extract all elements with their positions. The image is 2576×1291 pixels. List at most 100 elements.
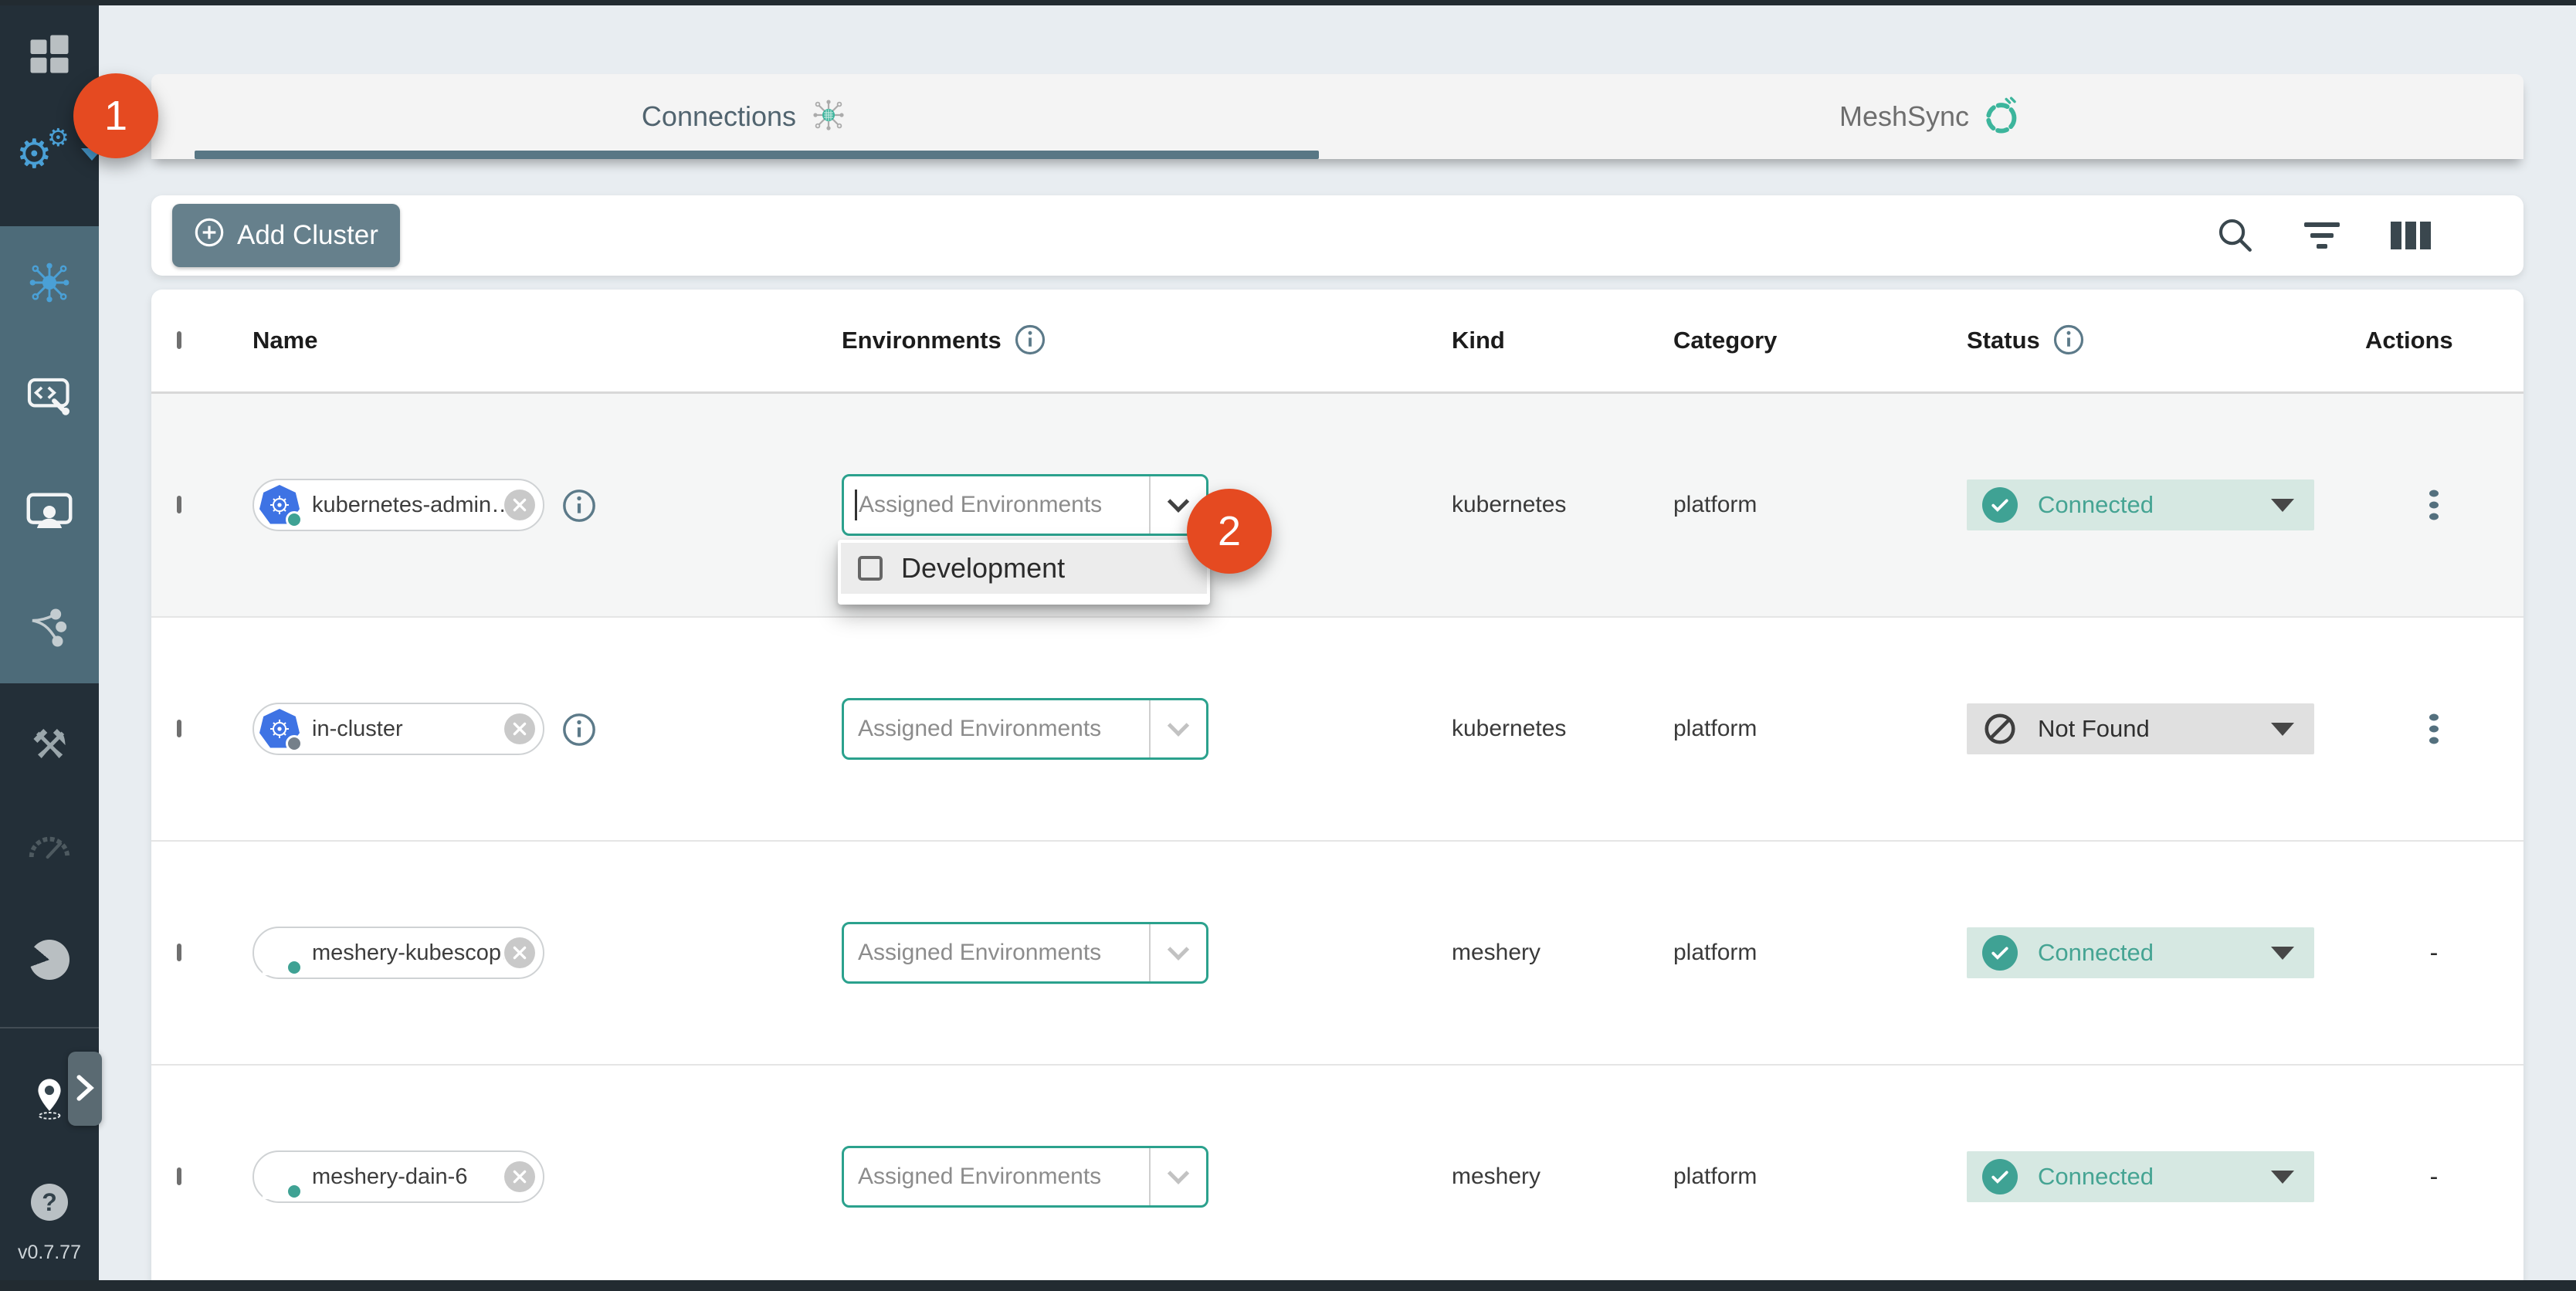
remove-connection-icon[interactable]: [504, 713, 535, 744]
connected-check-icon: [1982, 935, 2018, 971]
connections-table: Name Environments Kind Category Status A…: [151, 290, 2523, 1289]
status-dropdown[interactable]: Connected: [1967, 479, 2314, 530]
category-value: platform: [1673, 1164, 1757, 1190]
chevron-down-icon: [1168, 1163, 1189, 1184]
tab-meshsync-label: MeshSync: [1839, 100, 1969, 133]
assigned-environments-select[interactable]: Assigned Environments: [842, 922, 1208, 984]
sidebar-item-extensions[interactable]: [0, 930, 99, 989]
environments-placeholder: Assigned Environments: [844, 940, 1149, 966]
connection-name: in-cluster: [300, 717, 504, 742]
status-caret-icon: [2271, 947, 2294, 960]
status-dropdown[interactable]: Not Found: [1967, 703, 2314, 754]
environments-info-icon[interactable]: [1014, 324, 1048, 357]
row-checkbox[interactable]: [177, 720, 181, 737]
sidebar-expand-button[interactable]: [68, 1052, 102, 1126]
category-value: platform: [1673, 940, 1757, 966]
table-row: meshery-kubescop… Assigned Environments …: [151, 842, 2523, 1066]
connected-check-icon: [1982, 487, 2018, 523]
sidebar-item-designs[interactable]: [0, 600, 99, 659]
tab-meshsync[interactable]: MeshSync: [1337, 74, 2523, 159]
kind-value: kubernetes: [1452, 492, 1566, 518]
column-environments: Environments: [842, 327, 1002, 354]
user-avatar-icon: [259, 1157, 300, 1197]
filter-button[interactable]: [2304, 222, 2340, 249]
not-found-icon: [1982, 711, 2018, 747]
assigned-environments-select[interactable]: Assigned Environments: [842, 698, 1208, 760]
category-value: platform: [1673, 492, 1757, 518]
kind-value: meshery: [1452, 1164, 1541, 1190]
environment-option-development[interactable]: Development: [841, 543, 1207, 594]
chevron-down-icon: [1168, 715, 1189, 737]
connection-name: meshery-dain-6: [300, 1164, 504, 1190]
add-cluster-label: Add Cluster: [237, 220, 378, 251]
node-graph-icon: [28, 606, 71, 653]
status-dropdown[interactable]: Connected: [1967, 1151, 2314, 1202]
connection-chip[interactable]: in-cluster: [253, 703, 544, 755]
code-wrench-icon: [26, 376, 73, 420]
column-category: Category: [1673, 327, 1777, 354]
kubernetes-icon: [259, 485, 300, 525]
chevron-right-icon: [75, 1075, 95, 1103]
assigned-environments-select[interactable]: Assigned Environments: [842, 474, 1208, 536]
sidebar-item-toolbox[interactable]: ⚒: [0, 716, 99, 774]
remove-connection-icon[interactable]: [504, 937, 535, 968]
dashboard-icon: [28, 32, 71, 80]
row-actions-menu[interactable]: [2425, 710, 2443, 749]
table-row: in-cluster Assigned Environments kuberne…: [151, 618, 2523, 842]
connection-info-icon[interactable]: [561, 712, 595, 746]
status-dropdown[interactable]: Connected: [1967, 927, 2314, 978]
connection-info-icon[interactable]: [561, 488, 595, 522]
connection-chip[interactable]: meshery-kubescop…: [253, 927, 544, 979]
sidebar-item-configuration[interactable]: [0, 368, 99, 427]
row-checkbox[interactable]: [177, 1167, 181, 1185]
sidebar-item-dashboard[interactable]: [0, 31, 99, 80]
option-label: Development: [901, 552, 1065, 585]
view-columns-button[interactable]: [2391, 222, 2431, 249]
connection-name: meshery-kubescop…: [300, 940, 504, 966]
add-cluster-button[interactable]: Add Cluster: [172, 204, 400, 267]
user-avatar-icon: [259, 933, 300, 973]
sidebar-item-performance[interactable]: [0, 818, 99, 877]
app-version: v0.7.77: [0, 1242, 99, 1264]
select-caret-button[interactable]: [1149, 700, 1206, 757]
status-info-icon[interactable]: [2052, 324, 2086, 357]
table-row: kubernetes-admin… Assigned Environments …: [151, 394, 2523, 618]
column-name: Name: [253, 327, 317, 354]
sidebar-item-connections[interactable]: [0, 255, 99, 313]
sidebar-divider: [0, 1027, 99, 1028]
status-label: Not Found: [2038, 715, 2150, 743]
connection-status-dot: [286, 735, 303, 752]
tab-connections[interactable]: Connections: [151, 74, 1337, 159]
location-pin-icon: [32, 1077, 67, 1124]
chevron-down-icon: [1168, 491, 1189, 513]
sidebar: ⚙ ⚙: [0, 0, 99, 1291]
select-all-checkbox[interactable]: [177, 331, 181, 349]
row-checkbox[interactable]: [177, 496, 181, 513]
environments-dropdown-panel: Development: [838, 540, 1210, 605]
status-label: Connected: [2038, 1163, 2154, 1191]
remove-connection-icon[interactable]: [504, 490, 535, 520]
table-toolbar: Add Cluster: [151, 195, 2523, 276]
row-actions-menu[interactable]: [2425, 486, 2443, 525]
remove-connection-icon[interactable]: [504, 1161, 535, 1192]
category-value: platform: [1673, 716, 1757, 742]
connection-status-dot: [286, 959, 303, 976]
select-caret-button[interactable]: [1149, 1148, 1206, 1205]
option-checkbox[interactable]: [858, 556, 883, 581]
status-caret-icon: [2271, 1171, 2294, 1184]
sidebar-item-academy[interactable]: [0, 484, 99, 543]
kind-value: meshery: [1452, 940, 1541, 966]
annotation-step-1: 1: [73, 73, 158, 158]
select-caret-button[interactable]: [1149, 924, 1206, 981]
pie-extensions-icon: [29, 940, 69, 980]
environments-placeholder: Assigned Environments: [859, 492, 1102, 518]
assigned-environments-select[interactable]: Assigned Environments: [842, 1146, 1208, 1208]
tab-connections-label: Connections: [642, 100, 796, 133]
sidebar-item-help[interactable]: ?: [0, 1184, 99, 1221]
row-checkbox[interactable]: [177, 944, 181, 961]
connection-chip[interactable]: meshery-dain-6: [253, 1150, 544, 1203]
connection-name: kubernetes-admin…: [300, 493, 504, 518]
gear-small-glyph: ⚙: [47, 125, 69, 150]
connection-chip[interactable]: kubernetes-admin…: [253, 479, 544, 531]
search-button[interactable]: [2216, 216, 2253, 256]
